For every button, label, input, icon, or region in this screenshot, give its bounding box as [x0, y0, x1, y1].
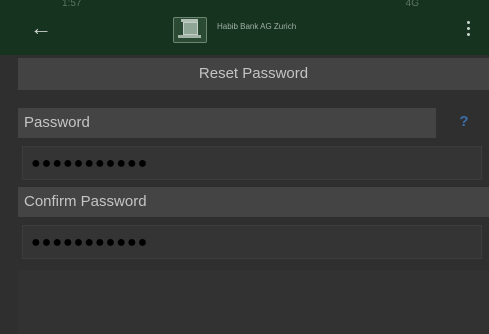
status-time: 1:57 — [62, 0, 82, 9]
overflow-menu-button[interactable] — [462, 19, 474, 39]
app-bar: 1:57 4G ← Habib Bank AG Zurich — [0, 0, 489, 55]
status-signal: 4G — [405, 0, 419, 9]
confirm-password-label-bar: Confirm Password — [18, 187, 489, 217]
password-value: ●●●●●●●●●●● — [31, 155, 149, 172]
confirm-password-label: Confirm Password — [24, 193, 147, 210]
password-field[interactable]: ●●●●●●●●●●● — [22, 146, 482, 180]
status-bar: 1:57 4G — [0, 0, 489, 12]
reset-password-screen: 1:57 4G ← Habib Bank AG Zurich Reset Pas… — [0, 0, 489, 334]
bank-logo-icon — [173, 17, 207, 43]
bank-name: Habib Bank AG Zurich — [217, 22, 297, 31]
password-label-bar: Password — [18, 108, 436, 138]
help-icon[interactable]: ? — [456, 112, 472, 132]
confirm-password-field[interactable]: ●●●●●●●●●●● — [22, 225, 482, 259]
page-title: Reset Password — [198, 65, 309, 82]
page-title-bar: Reset Password — [18, 58, 489, 90]
back-button[interactable]: ← — [28, 15, 54, 41]
password-label: Password — [24, 114, 90, 131]
more-vertical-icon — [467, 21, 470, 24]
confirm-password-value: ●●●●●●●●●●● — [31, 234, 149, 251]
form-bottom-area — [18, 270, 489, 334]
arrow-left-icon: ← — [30, 15, 52, 40]
